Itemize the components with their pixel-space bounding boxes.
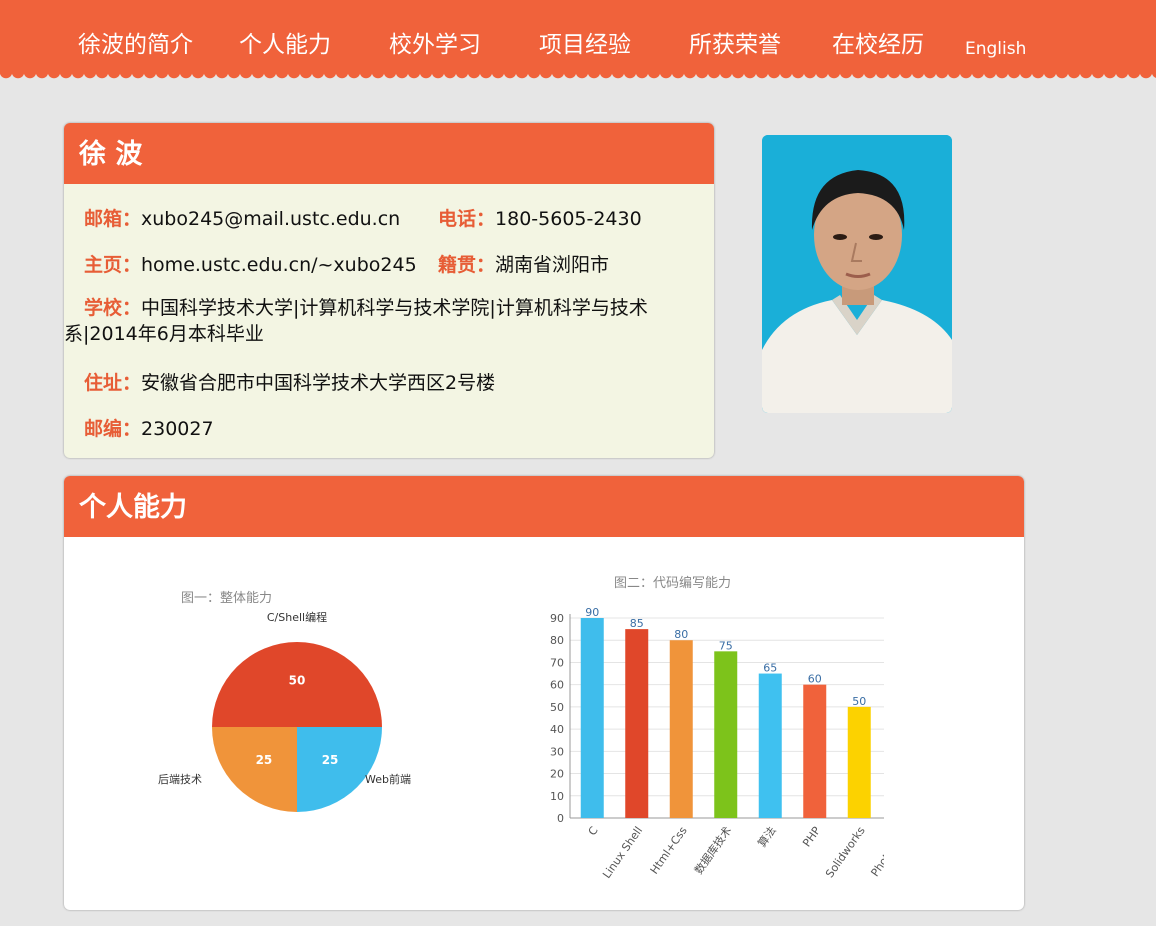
profile-card: 徐 波 邮箱：xubo245@mail.ustc.edu.cn 电话：180-5… [64,123,714,458]
hometown-label: 籍贯： [438,254,496,276]
x-tick-label: Html+Css [648,824,690,876]
y-tick-label: 70 [550,656,564,669]
nav-item-projects[interactable]: 项目经验 [539,30,631,60]
pie-data-label: 50 [289,673,306,687]
bar [847,706,871,818]
nav-item-campus[interactable]: 在校经历 [832,30,924,60]
phone-field: 电话：180-5605-2430 [438,204,642,231]
y-tick-label: 80 [550,634,564,647]
postcode-value: 230027 [141,418,214,440]
x-tick-label: Photoshop [868,824,884,879]
nav-item-ability[interactable]: 个人能力 [239,30,331,60]
bar-data-label: 85 [630,617,644,630]
bar-data-label: 75 [719,639,733,652]
address-label: 住址： [84,372,142,394]
bar-chart: 0 10 20 30 40 50 60 70 80 90 90 C 85 Linux Shell 80 Htm… [550,606,884,880]
nav-item-external-study[interactable]: 校外学习 [389,30,481,60]
y-tick-label: 90 [550,612,564,625]
y-tick-label: 10 [550,790,564,803]
bar [803,684,827,818]
bar [580,618,604,818]
email-field: 邮箱：xubo245@mail.ustc.edu.cn [84,204,400,231]
y-tick-label: 60 [550,679,564,692]
portrait-illustration [762,135,952,413]
nav-scallop-edge [0,72,1156,80]
x-tick-label: 数据库技术 [691,824,734,877]
profile-name: 徐 波 [64,123,714,184]
address-field: 住址：安徽省合肥市中国科学技术大学西区2号楼 [84,368,495,395]
bar-data-label: 65 [763,662,777,675]
hometown-field: 籍贯：湖南省浏阳市 [438,250,609,277]
email-value: xubo245@mail.ustc.edu.cn [141,208,401,230]
ability-title: 个人能力 [64,476,1024,537]
x-tick-label: 算法 [755,824,779,850]
x-tick-label: C [586,824,601,838]
top-nav-bar: 徐波的简介 个人能力 校外学习 项目经验 所获荣誉 在校经历 English [0,0,1156,72]
nav-item-intro[interactable]: 徐波的简介 [78,30,193,60]
language-switch-link[interactable]: English [965,34,1026,64]
x-tick-label: PHP [800,824,823,849]
y-tick-label: 20 [550,768,564,781]
bar [669,640,693,818]
bar-chart-title: 图二：代码编写能力 [614,576,732,591]
homepage-field: 主页：home.ustc.edu.cn/~xubo245 [84,250,417,277]
pie-chart-title: 图一：整体能力 [181,591,273,606]
y-tick-label: 30 [550,745,564,758]
school-field: 学校：中国科学技术大学|计算机科学与技术学院|计算机科学与技术系|2014年6月… [64,295,704,347]
y-tick-label: 40 [550,723,564,736]
profile-photo [762,135,952,413]
pie-data-label: 25 [256,753,273,767]
pie-slice [297,727,382,812]
hometown-value: 湖南省浏阳市 [495,254,610,276]
bar-data-label: 60 [808,673,822,686]
postcode-field: 邮编：230027 [84,414,214,441]
address-value: 安徽省合肥市中国科学技术大学西区2号楼 [141,372,496,394]
postcode-label: 邮编： [84,418,142,440]
school-label: 学校： [84,297,142,319]
bar-data-label: 90 [585,606,599,619]
ability-card: 个人能力 图一：整体能力 图二：代码编写能力 50 C/Shell编程 25 Web前… [64,476,1024,910]
y-tick-label: 50 [550,701,564,714]
bar [758,673,782,818]
bar-data-label: 80 [674,628,688,641]
pie-chart: 50 C/Shell编程 25 Web前端 25 后端技术 [158,611,411,812]
phone-value: 180-5605-2430 [495,208,642,230]
phone-label: 电话： [438,208,496,230]
x-tick-label: Solidworks [823,824,868,880]
email-label: 邮箱： [84,208,142,230]
y-tick-label: 0 [557,812,564,825]
pie-category-label: 后端技术 [158,773,202,786]
pie-category-label: C/Shell编程 [267,611,327,624]
pie-slice [212,727,297,812]
school-value: 中国科学技术大学|计算机科学与技术学院|计算机科学与技术系|2014年6月本科毕… [64,297,648,345]
pie-category-label: Web前端 [365,772,411,786]
bar [714,651,738,818]
nav-item-honors[interactable]: 所获荣誉 [689,30,781,60]
bar [625,629,649,818]
pie-data-label: 25 [322,753,339,767]
homepage-value: home.ustc.edu.cn/~xubo245 [141,254,417,276]
homepage-label: 主页： [84,254,142,276]
bar-data-label: 50 [852,695,866,708]
x-tick-label: Linux Shell [600,824,645,880]
